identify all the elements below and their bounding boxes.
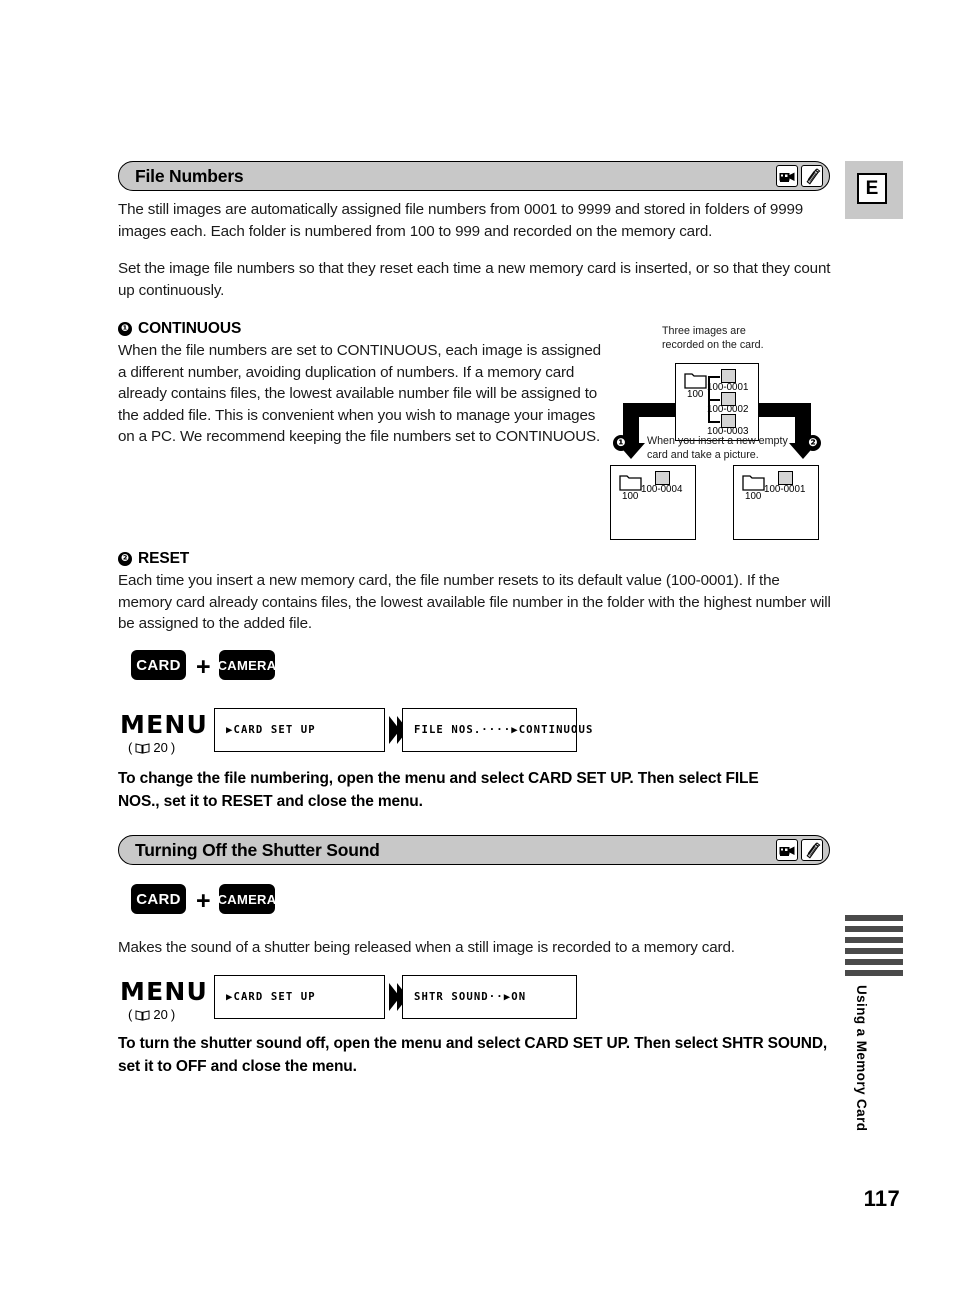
camera-mode-button-2[interactable]: CAMERA [218, 884, 276, 914]
subheading-reset: ❷ RESET [118, 550, 189, 568]
language-tab-label: E [857, 173, 887, 204]
diagram-right-folder-label: 100 [745, 491, 762, 502]
camcorder-icon [776, 839, 798, 861]
camera-mode-button[interactable]: CAMERA [218, 650, 276, 680]
menu-screen-4-text: SHTR SOUND··▶ON [414, 991, 527, 1003]
page-ref-number-2: 20 [153, 1007, 168, 1022]
diagram-left-folder-label: 100 [622, 491, 639, 502]
page-ref-number-1: 20 [153, 740, 168, 755]
section-header-file-numbers: File Numbers [118, 161, 830, 191]
card-mode-button-2[interactable]: CARD [131, 884, 186, 914]
subheading-reset-label: RESET [138, 550, 190, 567]
page-title: File Numbers [135, 165, 244, 186]
menu-label-1: MENU [120, 710, 208, 739]
page-number: 117 [863, 1186, 900, 1211]
subheading-continuous-label: CONTINUOUS [138, 320, 242, 337]
file-icon-left [655, 471, 670, 485]
paren-open-1: ( [128, 740, 133, 755]
instruction-shutter-sound: To turn the shutter sound off, open the … [118, 1035, 828, 1075]
instruction-file-numbering: To change the file numbering, open the m… [118, 770, 759, 810]
section-2-icons [776, 839, 823, 861]
paren-close-1: ) [170, 740, 176, 755]
menu-page-ref-2: ( 20 ) [128, 1007, 175, 1022]
side-tab-bar [845, 959, 903, 965]
shutter-sound-body: Makes the sound of a shutter being relea… [118, 939, 735, 956]
file-icon-right [778, 471, 793, 485]
menu-screen-1-card-setup[interactable]: ▶CARD SET UP [214, 708, 385, 752]
intro-paragraph-2: Set the image file numbers so that they … [118, 260, 831, 299]
language-tab: E [845, 161, 903, 219]
book-icon [135, 1009, 150, 1021]
section-2-title: Turning Off the Shutter Sound [135, 839, 380, 860]
plus-sign-1: + [196, 653, 211, 681]
menu-screen-3-text: ▶CARD SET UP [226, 991, 316, 1003]
camcorder-icon [776, 165, 798, 187]
file-icon-1 [721, 369, 736, 383]
menu-screen-3-card-setup[interactable]: ▶CARD SET UP [214, 975, 385, 1019]
reset-body: Each time you insert a new memory card, … [118, 572, 831, 632]
section-header-shutter-sound: Turning Off the Shutter Sound [118, 835, 830, 865]
memory-card-icon [801, 165, 823, 187]
side-tab-bar [845, 937, 903, 943]
memory-card-icon [801, 839, 823, 861]
marker-one: ❶ [118, 322, 132, 336]
book-icon [135, 742, 150, 754]
menu-screen-4-shtr-sound[interactable]: SHTR SOUND··▶ON [402, 975, 577, 1019]
diagram-caption-mid: When you insert a new empty card and tak… [647, 435, 788, 461]
paren-close-2: ) [170, 1007, 176, 1022]
section-header-icons [776, 165, 823, 187]
menu-page-ref-1: ( 20 ) [128, 740, 175, 755]
diagram-right-file: 100-0001 [764, 484, 806, 495]
menu-label-2: MENU [120, 977, 208, 1006]
paren-open-2: ( [128, 1007, 133, 1022]
menu-screen-2-text: FILE NOS.····▶CONTINUOUS [414, 724, 594, 736]
card-mode-button[interactable]: CARD [131, 650, 186, 680]
folder-icon-left [619, 475, 642, 491]
menu-screen-2-file-nos[interactable]: FILE NOS.····▶CONTINUOUS [402, 708, 592, 752]
side-tab-bars [845, 915, 903, 981]
marker-two: ❷ [118, 552, 132, 566]
folder-icon [684, 373, 707, 389]
side-tab-bar [845, 926, 903, 932]
side-tab-chapter-label: Using a Memory Card [854, 985, 869, 1132]
side-tab-bar [845, 915, 903, 921]
plus-sign-2: + [196, 887, 211, 915]
tree-branch-1 [708, 376, 720, 378]
side-tab-bar [845, 948, 903, 954]
diagram-card-right: 100 100-0001 [733, 465, 819, 540]
diagram-left-file: 100-0004 [641, 484, 683, 495]
side-tab-bar [845, 970, 903, 976]
diagram-marker-one: ❶ [613, 435, 629, 451]
folder-icon-right [742, 475, 765, 491]
continuous-body: When the file numbers are set to CONTINU… [118, 342, 601, 445]
diagram-caption-top: Three images are recorded on the card. [662, 325, 764, 351]
diagram-marker-two: ❷ [805, 435, 821, 451]
subheading-continuous: ❶ CONTINUOUS [118, 320, 241, 338]
menu-screen-1-text: ▶CARD SET UP [226, 724, 316, 736]
intro-paragraph-1: The still images are automatically assig… [118, 201, 804, 240]
diagram-card-left: 100 100-0004 [610, 465, 696, 540]
file-numbering-diagram: Three images are recorded on the card. 1… [605, 325, 850, 545]
